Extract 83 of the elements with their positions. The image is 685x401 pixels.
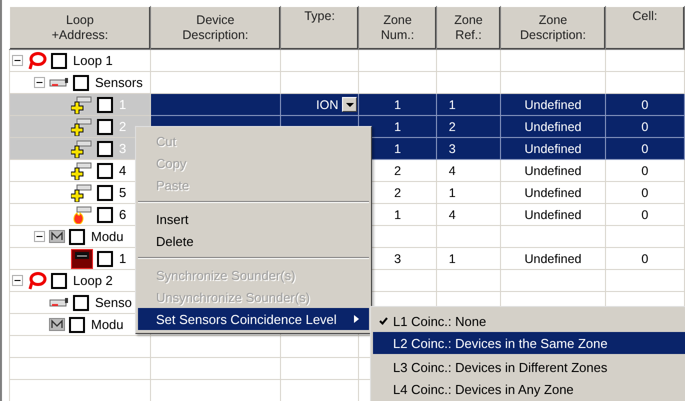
zone-ref-cell: 1 bbox=[448, 98, 456, 112]
zone-number-cell: 1 bbox=[394, 142, 402, 156]
zone-description-cell: Undefined bbox=[524, 142, 582, 156]
tree-item-label[interactable]: 1 bbox=[119, 251, 126, 266]
zone-description-cell: Undefined bbox=[524, 208, 582, 222]
cell-number-cell: 0 bbox=[641, 120, 648, 134]
loop-icon bbox=[27, 272, 47, 290]
cell-number-cell: 0 bbox=[641, 98, 648, 112]
checkbox[interactable] bbox=[97, 96, 113, 112]
zone-number-cell: 1 bbox=[394, 120, 402, 134]
type-cell: ION bbox=[316, 98, 338, 112]
zone-ref-cell: 1 bbox=[448, 252, 456, 266]
tree-item-label[interactable]: Modu bbox=[91, 229, 124, 244]
collapse-icon[interactable] bbox=[34, 77, 45, 88]
fire-detector-icon bbox=[71, 206, 93, 224]
collapse-icon[interactable] bbox=[12, 275, 23, 286]
smoke-detector-icon bbox=[71, 118, 93, 136]
zone-number-cell: 3 bbox=[394, 252, 402, 266]
smoke-detector-icon bbox=[71, 140, 93, 158]
menu-item[interactable]: Delete bbox=[138, 230, 369, 252]
menu-item[interactable]: L4 Coinc.: Devices in Any Zone bbox=[373, 378, 685, 400]
collapse-icon[interactable] bbox=[12, 55, 23, 66]
dropdown-button[interactable] bbox=[342, 97, 358, 112]
menu-item[interactable]: Insert bbox=[138, 208, 369, 230]
checkbox[interactable] bbox=[97, 250, 113, 266]
smoke-detector-icon bbox=[71, 162, 93, 180]
column-header[interactable]: Loop +Address: bbox=[10, 6, 150, 50]
checkbox[interactable] bbox=[73, 74, 89, 90]
checkbox[interactable] bbox=[97, 162, 113, 178]
menu-item[interactable]: L3 Coinc.: Devices in Different Zones bbox=[373, 356, 685, 378]
tree-item-label[interactable]: Loop 1 bbox=[73, 53, 113, 68]
checkbox[interactable] bbox=[97, 184, 113, 200]
menu-item[interactable]: Set Sensors Coincidence Level bbox=[138, 308, 369, 330]
tree-item-label[interactable]: Loop 2 bbox=[73, 273, 113, 288]
smoke-detector-icon bbox=[71, 184, 93, 202]
cell-number-cell: 0 bbox=[641, 208, 648, 222]
menu-item[interactable]: L2 Coinc.: Devices in the Same Zone bbox=[373, 332, 685, 354]
tree-item-label[interactable]: 4 bbox=[119, 163, 126, 178]
tree-item-label[interactable]: 5 bbox=[119, 185, 126, 200]
zone-ref-cell: 3 bbox=[448, 142, 456, 156]
checkbox[interactable] bbox=[69, 228, 85, 244]
column-header[interactable]: Cell: bbox=[605, 6, 684, 50]
zone-description-cell: Undefined bbox=[524, 120, 582, 134]
collapse-icon[interactable] bbox=[34, 231, 45, 242]
zone-ref-cell: 4 bbox=[448, 164, 456, 178]
detector-icon bbox=[49, 76, 69, 88]
cell-number-cell: 0 bbox=[641, 186, 648, 200]
tree-item-label[interactable]: Senso bbox=[95, 295, 132, 310]
menu-item[interactable]: L1 Coinc.: None bbox=[373, 310, 685, 332]
detector-icon bbox=[49, 296, 69, 308]
cell-number-cell: 0 bbox=[641, 142, 648, 156]
tree-item-label[interactable]: Modu bbox=[91, 317, 124, 332]
column-header[interactable]: Zone Ref.: bbox=[436, 6, 501, 50]
cell-number-cell: 0 bbox=[641, 164, 648, 178]
zone-number-cell: 2 bbox=[394, 164, 402, 178]
zone-description-cell: Undefined bbox=[524, 252, 582, 266]
checkbox[interactable] bbox=[51, 272, 67, 288]
zone-number-cell: 1 bbox=[394, 208, 402, 222]
zone-ref-cell: 4 bbox=[448, 208, 456, 222]
checkbox[interactable] bbox=[97, 206, 113, 222]
checkbox[interactable] bbox=[69, 316, 85, 332]
zone-description-cell: Undefined bbox=[524, 186, 582, 200]
loop-icon bbox=[27, 52, 47, 70]
tree-item-label[interactable]: 6 bbox=[119, 207, 126, 222]
cell-number-cell: 0 bbox=[641, 252, 648, 266]
checkbox[interactable] bbox=[97, 140, 113, 156]
checkbox[interactable] bbox=[51, 52, 67, 68]
dropdown-arrow-icon bbox=[346, 102, 354, 106]
zone-description-cell: Undefined bbox=[524, 164, 582, 178]
smoke-detector-icon bbox=[71, 96, 93, 114]
checkbox[interactable] bbox=[97, 118, 113, 134]
checkbox[interactable] bbox=[73, 294, 89, 310]
zone-description-cell: Undefined bbox=[524, 98, 582, 112]
zone-number-cell: 2 bbox=[394, 186, 402, 200]
column-header[interactable]: Type: bbox=[280, 6, 359, 50]
zone-ref-cell: 2 bbox=[448, 120, 456, 134]
column-header[interactable]: Device Description: bbox=[150, 6, 280, 50]
zone-number-cell: 1 bbox=[394, 98, 402, 112]
zone-ref-cell: 1 bbox=[448, 186, 456, 200]
module-icon bbox=[49, 230, 65, 243]
column-header[interactable]: Zone Description: bbox=[500, 6, 606, 50]
module-icon bbox=[49, 318, 65, 331]
column-header[interactable]: Zone Num.: bbox=[358, 6, 436, 50]
